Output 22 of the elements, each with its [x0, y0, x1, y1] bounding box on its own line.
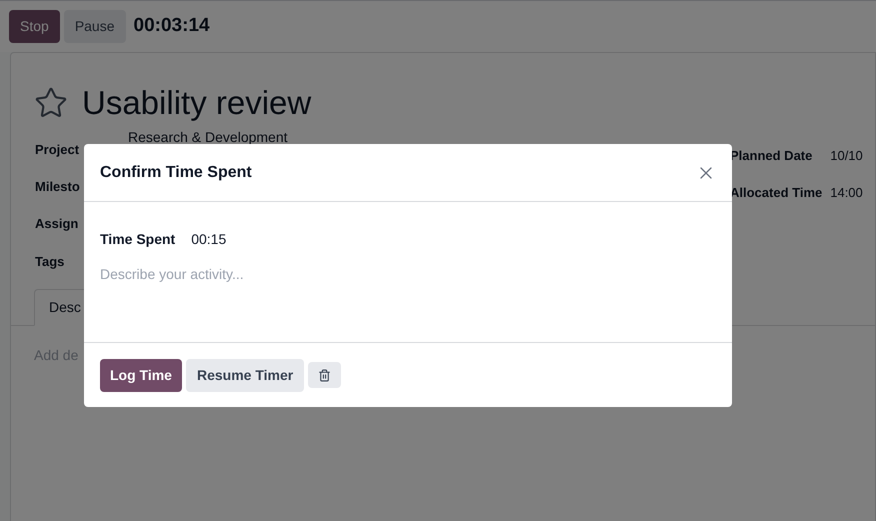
field-value: 14:00: [830, 184, 863, 202]
field-label: Allocated Time: [730, 184, 822, 202]
dialog-title: Confirm Time Spent: [100, 162, 252, 182]
stop-button[interactable]: Stop: [9, 10, 60, 43]
field-label: Planned Date: [730, 146, 814, 165]
pause-button[interactable]: Pause: [64, 10, 126, 43]
time-spent-label: Time Spent: [100, 230, 176, 249]
log-time-button[interactable]: Log Time: [100, 358, 182, 392]
field-label: Milesto: [35, 178, 81, 196]
field-label: Tags: [35, 253, 66, 272]
time-spent-value: 00:15: [191, 230, 226, 249]
activity-field[interactable]: Describe your activity...: [100, 264, 716, 314]
trash-icon: [318, 368, 332, 382]
field-label: Assign: [35, 214, 80, 233]
elapsed-time: 00:03:14: [134, 14, 210, 38]
delete-button[interactable]: [308, 362, 342, 388]
task-title: Usability review: [82, 83, 312, 123]
star-icon[interactable]: [34, 86, 68, 120]
resume-timer-button[interactable]: Resume Timer: [186, 358, 304, 392]
field-value: Research & Development: [128, 128, 288, 144]
field-value: 10/10: [830, 146, 863, 165]
field-label: Project: [35, 140, 80, 159]
